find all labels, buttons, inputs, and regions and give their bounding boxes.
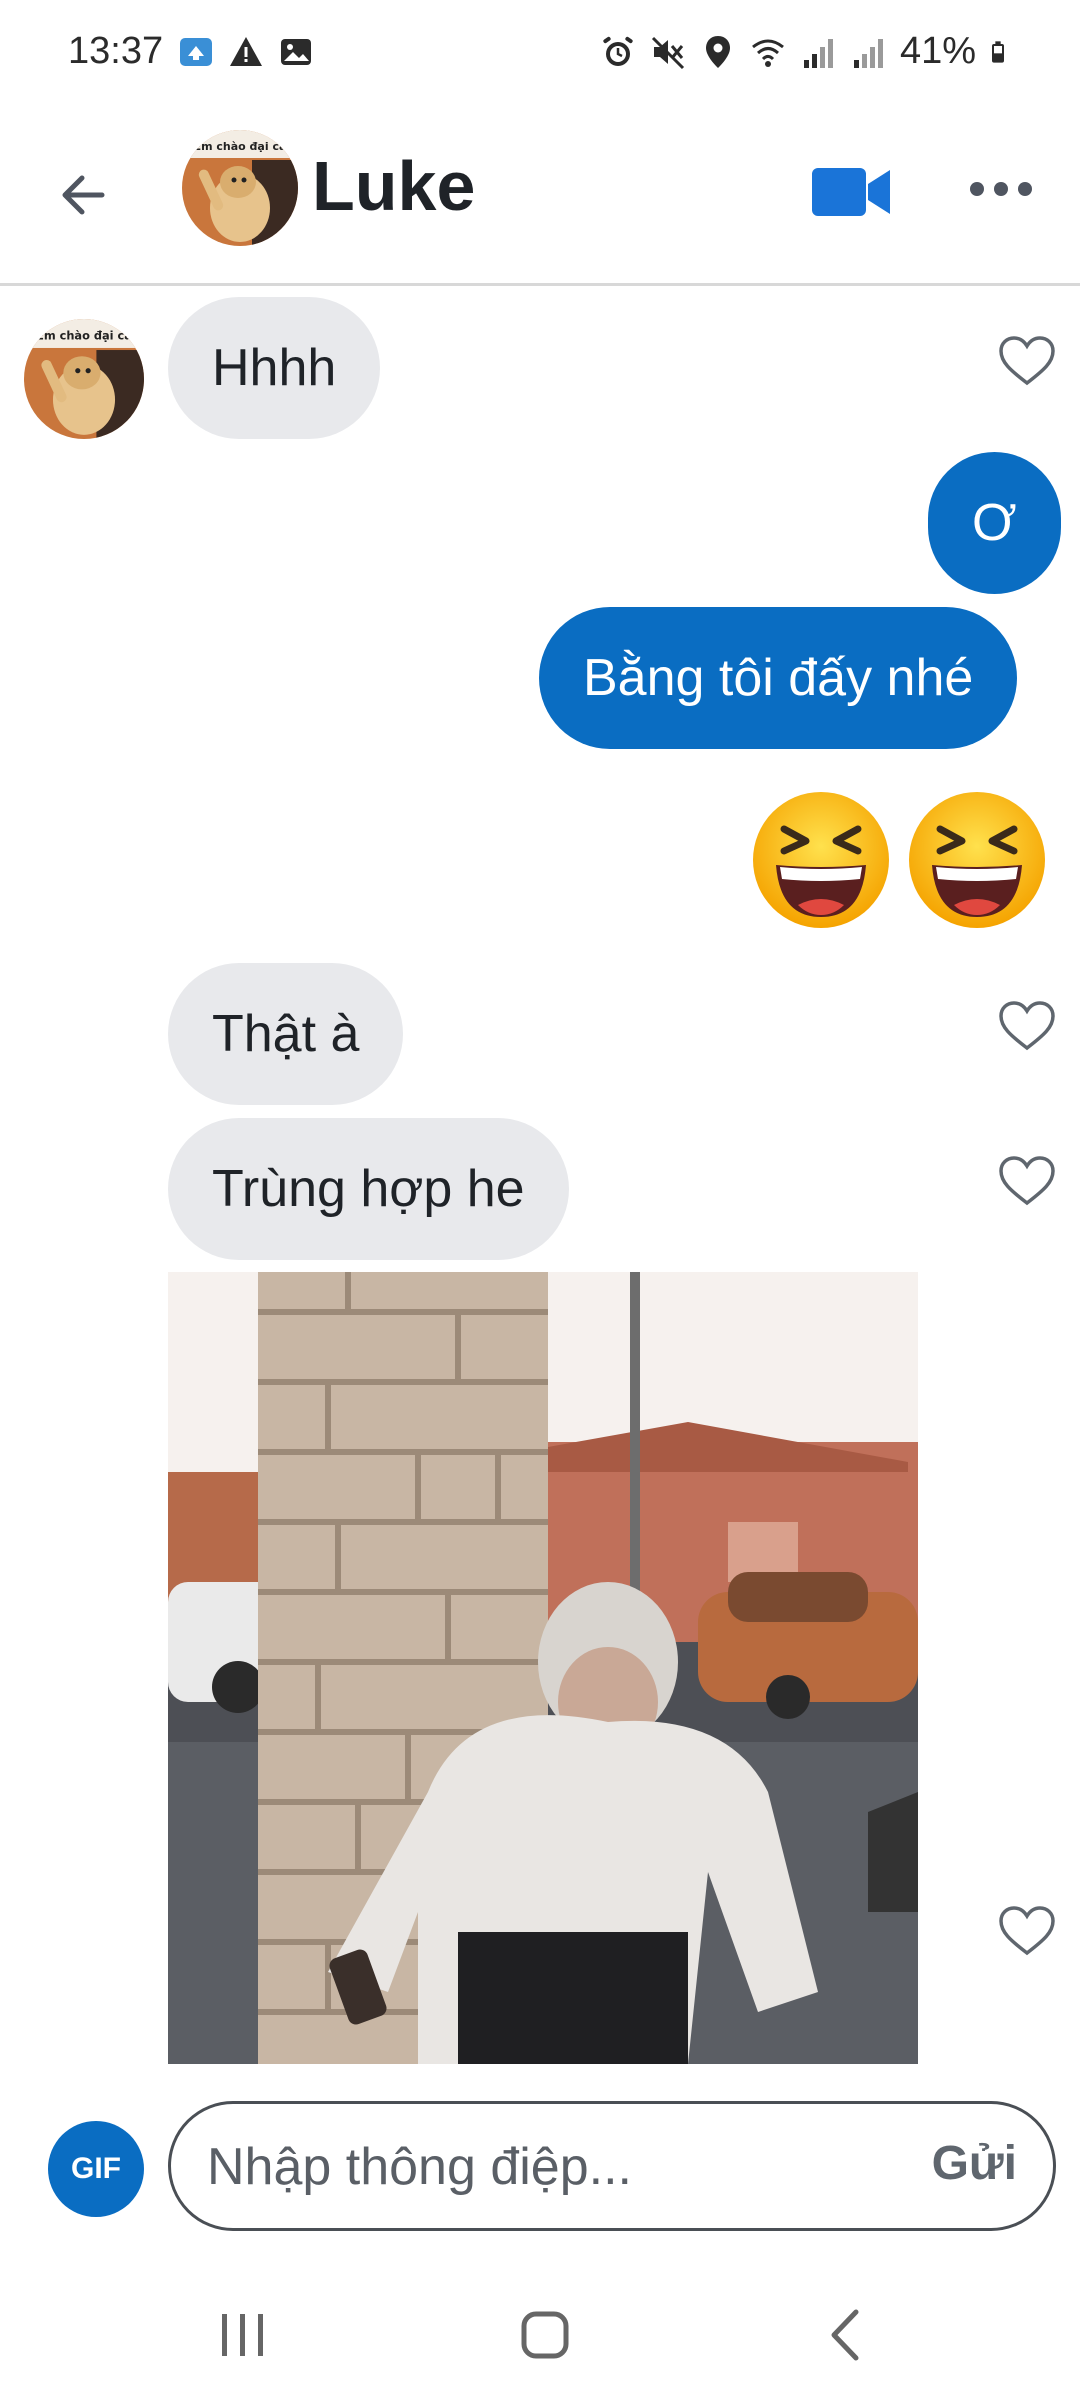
gif-message-image[interactable]	[168, 1272, 918, 2064]
message-input[interactable]	[207, 2124, 847, 2210]
battery-icon	[992, 40, 1004, 63]
home-icon[interactable]	[510, 2300, 580, 2370]
signal-icon-2	[853, 38, 883, 68]
laughing-face-emoji[interactable]	[750, 789, 892, 931]
message-text: Ơ	[972, 494, 1017, 552]
dog-avatar-image: Em chào đại ca	[182, 130, 298, 246]
dog-avatar-image: Em chào đại ca	[24, 319, 144, 439]
status-time: 13:37	[68, 30, 164, 72]
contact-name[interactable]: Luke	[312, 146, 475, 226]
message-bubble-incoming[interactable]: Thật à	[168, 963, 404, 1105]
battery-percentage: 41%	[899, 30, 976, 72]
status-notification-icons	[178, 34, 314, 70]
gallery-icon	[281, 39, 311, 65]
signal-icon	[803, 38, 833, 68]
status-bar: 13:37 41%	[0, 0, 1080, 110]
message-text: Trùng hợp he	[212, 1160, 525, 1218]
wifi-icon	[752, 39, 784, 67]
message-bubble-outgoing[interactable]: Bằng tôi đấy nhé	[539, 607, 1018, 749]
heart-icon[interactable]	[998, 1000, 1056, 1052]
more-options-icon[interactable]	[968, 174, 1034, 204]
avatar-caption: Em chào đại ca	[36, 329, 132, 343]
cloud-upload-icon	[180, 38, 212, 66]
gif-button-label: GIF	[71, 2152, 121, 2185]
location-icon	[705, 35, 730, 68]
message-composer[interactable]: Gửi	[168, 2101, 1056, 2231]
heart-icon[interactable]	[998, 1905, 1056, 1957]
send-button[interactable]: Gửi	[932, 2136, 1017, 2191]
back-nav-icon[interactable]	[812, 2300, 882, 2370]
message-bubble-incoming[interactable]: Trùng hợp he	[168, 1118, 569, 1260]
gif-scene-illustration	[168, 1272, 918, 2064]
video-call-icon[interactable]	[810, 162, 892, 222]
mute-icon	[651, 36, 684, 69]
system-navigation-bar	[0, 2260, 1080, 2400]
warning-icon	[230, 37, 262, 66]
message-bubble-outgoing[interactable]: Ơ	[928, 452, 1061, 594]
heart-icon[interactable]	[998, 335, 1056, 387]
message-thread[interactable]: Em chào đại ca Hhhh Ơ Bằng tôi đấy nhé T…	[0, 289, 1080, 2064]
gif-button[interactable]: GIF	[48, 2121, 144, 2217]
message-bubble-incoming[interactable]: Hhhh	[168, 297, 381, 439]
contact-avatar[interactable]: Em chào đại ca	[182, 130, 298, 246]
chat-header: Em chào đại ca Luke	[0, 110, 1080, 286]
heart-icon[interactable]	[998, 1155, 1056, 1207]
status-system-icons: 41%	[600, 30, 1014, 73]
avatar-caption: Em chào đại ca	[194, 140, 287, 153]
message-text: Hhhh	[212, 339, 337, 397]
alarm-icon	[603, 36, 633, 66]
sender-avatar[interactable]: Em chào đại ca	[24, 319, 144, 439]
laughing-face-emoji[interactable]	[906, 789, 1048, 931]
message-text: Bằng tôi đấy nhé	[583, 649, 974, 707]
message-text: Thật à	[212, 1005, 360, 1063]
recent-apps-icon[interactable]	[208, 2300, 278, 2370]
back-arrow-icon[interactable]	[52, 160, 122, 230]
